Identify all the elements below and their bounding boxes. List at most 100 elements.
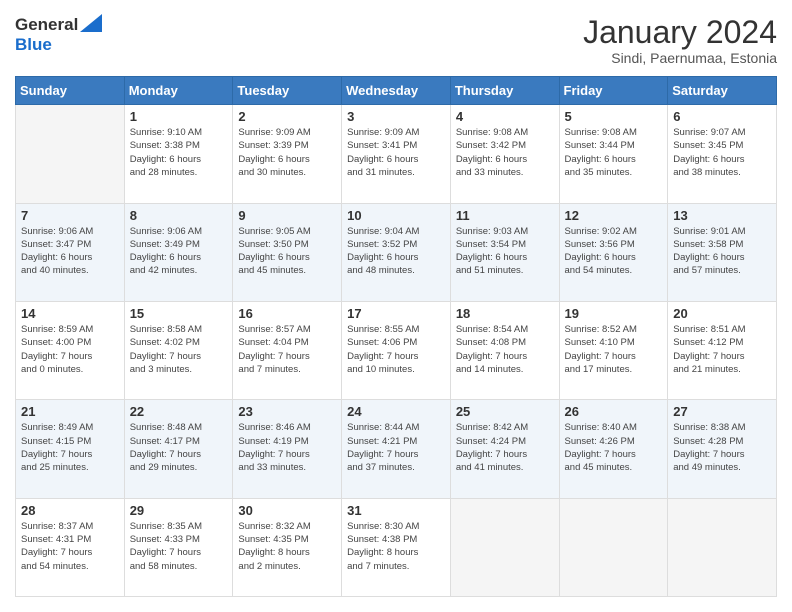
table-row: 5 Sunrise: 9:08 AMSunset: 3:44 PMDaylight…	[559, 105, 668, 203]
day-number: 29	[130, 503, 228, 518]
table-row: 23 Sunrise: 8:46 AMSunset: 4:19 PMDayligh…	[233, 400, 342, 498]
header-row: Sunday Monday Tuesday Wednesday Thursday…	[16, 77, 777, 105]
day-number: 17	[347, 306, 445, 321]
day-info: Sunrise: 8:59 AMSunset: 4:00 PMDaylight:…	[21, 323, 119, 376]
table-row: 24 Sunrise: 8:44 AMSunset: 4:21 PMDayligh…	[342, 400, 451, 498]
table-row: 15 Sunrise: 8:58 AMSunset: 4:02 PMDayligh…	[124, 301, 233, 399]
calendar-table: Sunday Monday Tuesday Wednesday Thursday…	[15, 76, 777, 597]
day-info: Sunrise: 8:38 AMSunset: 4:28 PMDaylight:…	[673, 421, 771, 474]
logo: General Blue	[15, 15, 102, 54]
day-number: 16	[238, 306, 336, 321]
table-row: 18Sunrise: 8:54 AMSunset: 4:08 PMDayligh…	[450, 301, 559, 399]
day-number: 4	[456, 109, 554, 124]
day-info: Sunrise: 9:08 AMSunset: 3:42 PMDaylight:…	[456, 126, 554, 179]
title-block: January 2024 Sindi, Paernumaa, Estonia	[583, 15, 777, 66]
table-row: 21 Sunrise: 8:49 AMSunset: 4:15 PMDayligh…	[16, 400, 125, 498]
col-sunday: Sunday	[16, 77, 125, 105]
table-row: 12 Sunrise: 9:02 AMSunset: 3:56 PMDayligh…	[559, 203, 668, 301]
day-number: 14	[21, 306, 119, 321]
day-info: Sunrise: 8:54 AMSunset: 4:08 PMDaylight:…	[456, 323, 554, 376]
table-row	[559, 498, 668, 596]
main-title: January 2024	[583, 15, 777, 50]
table-row: 4 Sunrise: 9:08 AMSunset: 3:42 PMDaylight…	[450, 105, 559, 203]
day-info: Sunrise: 9:02 AMSunset: 3:56 PMDaylight:…	[565, 225, 663, 278]
day-info: Sunrise: 9:06 AMSunset: 3:49 PMDaylight:…	[130, 225, 228, 278]
day-number: 23	[238, 404, 336, 419]
day-number: 27	[673, 404, 771, 419]
table-row: 13 Sunrise: 9:01 AMSunset: 3:58 PMDayligh…	[668, 203, 777, 301]
calendar-week-row: 21 Sunrise: 8:49 AMSunset: 4:15 PMDayligh…	[16, 400, 777, 498]
calendar-week-row: 7Sunrise: 9:06 AMSunset: 3:47 PMDaylight…	[16, 203, 777, 301]
day-info: Sunrise: 9:09 AMSunset: 3:41 PMDaylight:…	[347, 126, 445, 179]
table-row: 31Sunrise: 8:30 AMSunset: 4:38 PMDayligh…	[342, 498, 451, 596]
day-info: Sunrise: 8:32 AMSunset: 4:35 PMDaylight:…	[238, 520, 336, 573]
day-info: Sunrise: 8:57 AMSunset: 4:04 PMDaylight:…	[238, 323, 336, 376]
day-number: 21	[21, 404, 119, 419]
day-info: Sunrise: 9:07 AMSunset: 3:45 PMDaylight:…	[673, 126, 771, 179]
day-info: Sunrise: 8:42 AMSunset: 4:24 PMDaylight:…	[456, 421, 554, 474]
day-number: 12	[565, 208, 663, 223]
day-info: Sunrise: 9:04 AMSunset: 3:52 PMDaylight:…	[347, 225, 445, 278]
calendar-week-row: 14 Sunrise: 8:59 AMSunset: 4:00 PMDayligh…	[16, 301, 777, 399]
table-row: 29 Sunrise: 8:35 AMSunset: 4:33 PMDayligh…	[124, 498, 233, 596]
table-row: 10 Sunrise: 9:04 AMSunset: 3:52 PMDayligh…	[342, 203, 451, 301]
table-row: 9 Sunrise: 9:05 AMSunset: 3:50 PMDaylight…	[233, 203, 342, 301]
day-number: 28	[21, 503, 119, 518]
day-number: 5	[565, 109, 663, 124]
day-number: 22	[130, 404, 228, 419]
table-row: 3 Sunrise: 9:09 AMSunset: 3:41 PMDaylight…	[342, 105, 451, 203]
day-number: 1	[130, 109, 228, 124]
table-row: 8 Sunrise: 9:06 AMSunset: 3:49 PMDaylight…	[124, 203, 233, 301]
day-number: 10	[347, 208, 445, 223]
day-info: Sunrise: 8:40 AMSunset: 4:26 PMDaylight:…	[565, 421, 663, 474]
day-info: Sunrise: 8:37 AMSunset: 4:31 PMDaylight:…	[21, 520, 119, 573]
col-wednesday: Wednesday	[342, 77, 451, 105]
day-info: Sunrise: 8:49 AMSunset: 4:15 PMDaylight:…	[21, 421, 119, 474]
day-number: 2	[238, 109, 336, 124]
day-number: 11	[456, 208, 554, 223]
day-info: Sunrise: 8:46 AMSunset: 4:19 PMDaylight:…	[238, 421, 336, 474]
table-row: 26 Sunrise: 8:40 AMSunset: 4:26 PMDayligh…	[559, 400, 668, 498]
table-row: 16 Sunrise: 8:57 AMSunset: 4:04 PMDayligh…	[233, 301, 342, 399]
day-number: 25	[456, 404, 554, 419]
table-row	[668, 498, 777, 596]
day-number: 13	[673, 208, 771, 223]
table-row: 25 Sunrise: 8:42 AMSunset: 4:24 PMDayligh…	[450, 400, 559, 498]
table-row: 1Sunrise: 9:10 AMSunset: 3:38 PMDaylight…	[124, 105, 233, 203]
day-number: 26	[565, 404, 663, 419]
day-info: Sunrise: 8:52 AMSunset: 4:10 PMDaylight:…	[565, 323, 663, 376]
day-number: 3	[347, 109, 445, 124]
day-info: Sunrise: 8:44 AMSunset: 4:21 PMDaylight:…	[347, 421, 445, 474]
day-number: 7	[21, 208, 119, 223]
col-monday: Monday	[124, 77, 233, 105]
day-info: Sunrise: 8:35 AMSunset: 4:33 PMDaylight:…	[130, 520, 228, 573]
col-friday: Friday	[559, 77, 668, 105]
day-info: Sunrise: 9:03 AMSunset: 3:54 PMDaylight:…	[456, 225, 554, 278]
day-number: 30	[238, 503, 336, 518]
table-row: 22 Sunrise: 8:48 AMSunset: 4:17 PMDayligh…	[124, 400, 233, 498]
day-info: Sunrise: 8:48 AMSunset: 4:17 PMDaylight:…	[130, 421, 228, 474]
calendar-week-row: 1Sunrise: 9:10 AMSunset: 3:38 PMDaylight…	[16, 105, 777, 203]
page: General Blue January 2024 Sindi, Paernum…	[0, 0, 792, 612]
day-info: Sunrise: 9:08 AMSunset: 3:44 PMDaylight:…	[565, 126, 663, 179]
day-info: Sunrise: 8:51 AMSunset: 4:12 PMDaylight:…	[673, 323, 771, 376]
day-number: 6	[673, 109, 771, 124]
table-row: 11 Sunrise: 9:03 AMSunset: 3:54 PMDayligh…	[450, 203, 559, 301]
day-info: Sunrise: 8:30 AMSunset: 4:38 PMDaylight:…	[347, 520, 445, 573]
day-number: 8	[130, 208, 228, 223]
table-row: 14 Sunrise: 8:59 AMSunset: 4:00 PMDayligh…	[16, 301, 125, 399]
table-row: 20Sunrise: 8:51 AMSunset: 4:12 PMDayligh…	[668, 301, 777, 399]
day-info: Sunrise: 9:05 AMSunset: 3:50 PMDaylight:…	[238, 225, 336, 278]
day-number: 9	[238, 208, 336, 223]
day-info: Sunrise: 8:58 AMSunset: 4:02 PMDaylight:…	[130, 323, 228, 376]
col-thursday: Thursday	[450, 77, 559, 105]
day-number: 24	[347, 404, 445, 419]
logo-general: General	[15, 15, 78, 35]
table-row: 7Sunrise: 9:06 AMSunset: 3:47 PMDaylight…	[16, 203, 125, 301]
table-row: 19Sunrise: 8:52 AMSunset: 4:10 PMDayligh…	[559, 301, 668, 399]
table-row: 6 Sunrise: 9:07 AMSunset: 3:45 PMDaylight…	[668, 105, 777, 203]
table-row	[16, 105, 125, 203]
table-row: 30 Sunrise: 8:32 AMSunset: 4:35 PMDayligh…	[233, 498, 342, 596]
day-number: 15	[130, 306, 228, 321]
day-info: Sunrise: 9:01 AMSunset: 3:58 PMDaylight:…	[673, 225, 771, 278]
